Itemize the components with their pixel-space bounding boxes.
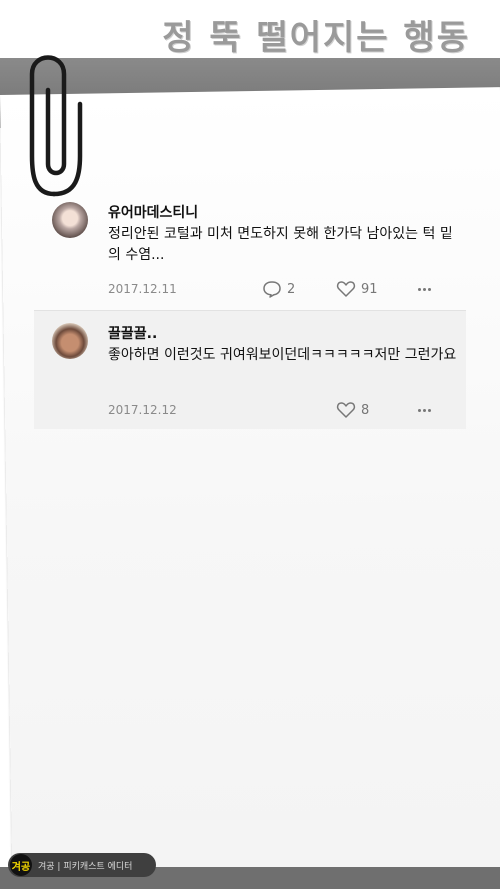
comment-item: 유어마데스티니 정리안된 코털과 미처 면도하지 못해 한가닥 남아있는 턱 밑… [34,190,466,308]
editor-credit: 겨공 | 피키캐스트 에디터 [38,861,133,872]
like-button[interactable]: 91 [336,279,378,299]
reply-count: 2 [287,281,296,297]
paperclip-icon [29,55,83,197]
comment-date: 2017.12.11 [108,282,177,296]
reply-button[interactable]: 2 [262,279,295,299]
like-count: 91 [361,281,378,297]
more-dot-icon [428,287,431,291]
editor-logo: 겨공 [10,854,32,876]
page-title: 정 뚝 떨어지는 행동 [162,18,470,58]
more-dot-icon [423,287,426,291]
more-dot-icon [418,287,421,291]
heart-icon [336,402,356,418]
comment-author[interactable]: 유어마데스티니 [108,202,198,222]
like-count: 8 [361,402,370,418]
more-dot-icon [428,408,431,412]
comment-date: 2017.12.12 [108,403,177,417]
more-dot-icon [418,408,421,412]
comment-text: 좋아하면 이런것도 귀여워보이던데ㅋㅋㅋㅋㅋ저만 그런가요 [108,347,457,363]
more-options-button[interactable] [418,283,433,295]
more-options-button[interactable] [418,404,433,416]
comment-text: 정리안된 코털과 미처 면도하지 못해 한가닥 남아있는 턱 밑의 수염... [108,226,453,263]
avatar[interactable] [52,202,88,238]
editor-badge: 겨공 겨공 | 피키캐스트 에디터 [8,853,156,877]
like-button[interactable]: 8 [336,400,369,420]
heart-icon [336,281,356,297]
comment-author[interactable]: 끌끌끌.. [108,323,157,343]
avatar[interactable] [52,323,88,359]
more-dot-icon [423,408,426,412]
comment-item: 끌끌끌.. 좋아하면 이런것도 귀여워보이던데ㅋㅋㅋㅋㅋ저만 그런가요 2017… [34,310,466,429]
speech-bubble-icon [263,281,281,298]
